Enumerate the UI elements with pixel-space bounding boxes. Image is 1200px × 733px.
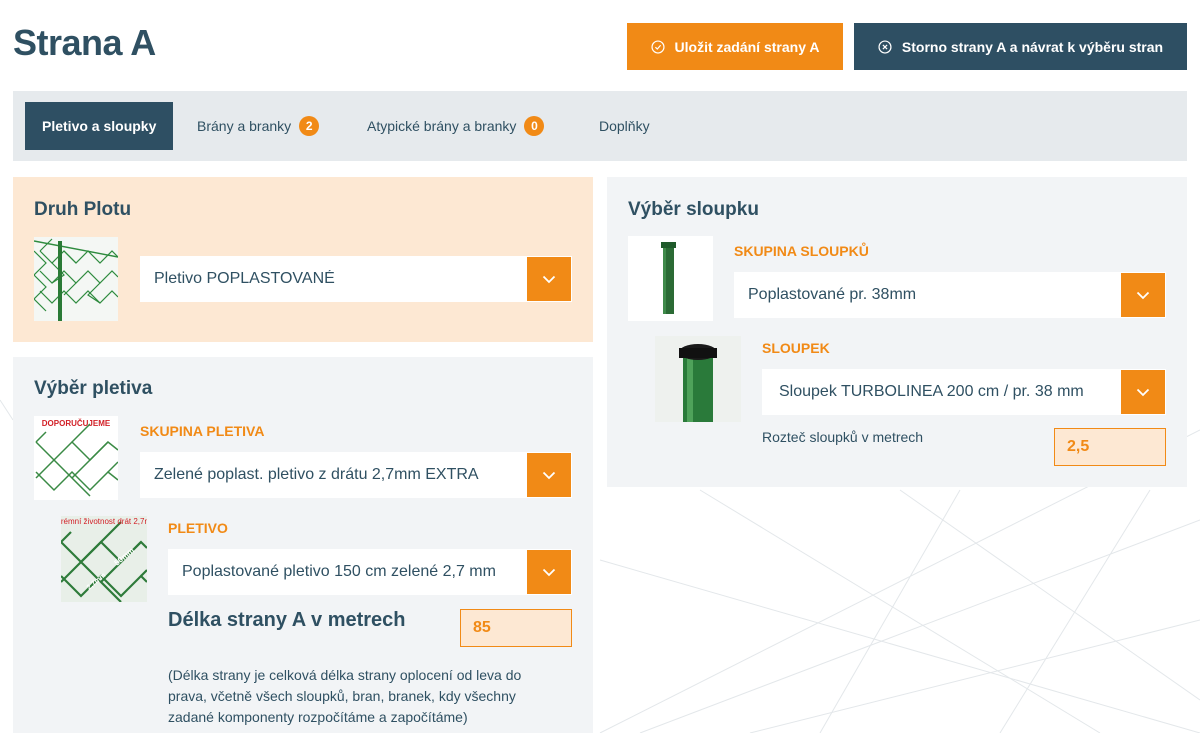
count-badge: 2 (299, 116, 320, 136)
panel-title: Výběr pletiva (34, 378, 153, 399)
length-label: Délka strany A v metrech (168, 609, 406, 631)
fence-type-panel: Druh Plotu Pletivo POPLASTOVANÉ (13, 177, 593, 342)
recommend-badge-text: DOPORUČUJEME (42, 419, 111, 428)
page: Strana A Uložit zadání strany A Storno s… (0, 0, 1200, 733)
length-note: (Délka strany je celková délka strany op… (168, 667, 522, 725)
mesh-image: extrémní životnost drát 2,7mm 50mm 2,7mm (61, 516, 147, 602)
fence-type-select[interactable]: Pletivo POPLASTOVANÉ (140, 256, 572, 302)
tab-label: Brány a branky (197, 118, 292, 134)
tab-label: Doplňky (599, 118, 650, 134)
post-image (655, 336, 741, 422)
fence-type-image (34, 237, 118, 321)
cancel-side-button[interactable]: Storno strany A a návrat k výběru stran (854, 23, 1187, 70)
tab-brany-a-branky[interactable]: Brány a branky 2 (197, 102, 320, 150)
tab-atypicke-brany[interactable]: Atypické brány a branky 0 (367, 102, 545, 150)
mesh-group-image: DOPORUČUJEME (34, 416, 118, 500)
panel-title: Druh Plotu (34, 199, 132, 220)
select-value: Sloupek TURBOLINEA 200 cm / pr. 38 mm (779, 383, 1084, 400)
mesh-panel: Výběr pletiva DOPORUČUJEME SKUPINA PLETI… (13, 357, 593, 733)
tab-pletivo-a-sloupky[interactable]: Pletivo a sloupky (25, 102, 174, 150)
chevron-down-icon (527, 550, 571, 594)
chevron-down-icon (1121, 273, 1165, 317)
mesh-group-label: SKUPINA PLETIVA (140, 423, 265, 439)
tab-label: Pletivo a sloupky (42, 118, 157, 134)
post-group-label: SKUPINA SLOUPKŮ (734, 243, 869, 259)
mesh-select[interactable]: Poplastované pletivo 150 cm zelené 2,7 m… (168, 549, 572, 595)
mesh-image-text: extrémní životnost drát 2,7mm (61, 517, 147, 526)
tab-label: Atypické brány a branky (367, 118, 517, 134)
select-value: Pletivo POPLASTOVANÉ (154, 270, 335, 287)
chevron-down-icon (527, 257, 571, 301)
select-value: Poplastované pletivo 150 cm zelené 2,7 m… (182, 563, 496, 580)
chevron-down-icon (527, 453, 571, 497)
panel-title: Výběr sloupku (628, 199, 759, 220)
select-value: Poplastované pr. 38mm (748, 286, 917, 303)
tab-doplnky[interactable]: Doplňky (599, 102, 650, 150)
mesh-label: PLETIVO (168, 520, 228, 536)
check-circle-icon (650, 39, 665, 54)
post-label: SLOUPEK (762, 340, 830, 356)
mesh-group-select[interactable]: Zelené poplast. pletivo z drátu 2,7mm EX… (140, 452, 572, 498)
post-spacing-input[interactable]: 2,5 (1054, 428, 1166, 466)
chevron-down-icon (1121, 370, 1165, 414)
post-group-select[interactable]: Poplastované pr. 38mm (734, 272, 1166, 318)
length-input[interactable]: 85 (460, 609, 572, 647)
cancel-side-label: Storno strany A a návrat k výběru stran (901, 38, 1164, 55)
tab-bar: Pletivo a sloupky Brány a branky 2 Atypi… (13, 91, 1187, 161)
save-side-button[interactable]: Uložit zadání strany A (627, 23, 843, 70)
select-value: Zelené poplast. pletivo z drátu 2,7mm EX… (154, 466, 479, 483)
page-title: Strana A (13, 22, 156, 63)
post-group-image (628, 236, 713, 321)
post-panel: Výběr sloupku SKUPINA SLOUPKŮ Poplastova… (607, 177, 1187, 487)
save-side-label: Uložit zadání strany A (674, 38, 820, 55)
close-circle-icon (878, 39, 892, 54)
count-badge: 0 (524, 116, 545, 136)
post-select[interactable]: Sloupek TURBOLINEA 200 cm / pr. 38 mm (762, 369, 1166, 415)
post-spacing-label: Rozteč sloupků v metrech (762, 429, 924, 445)
